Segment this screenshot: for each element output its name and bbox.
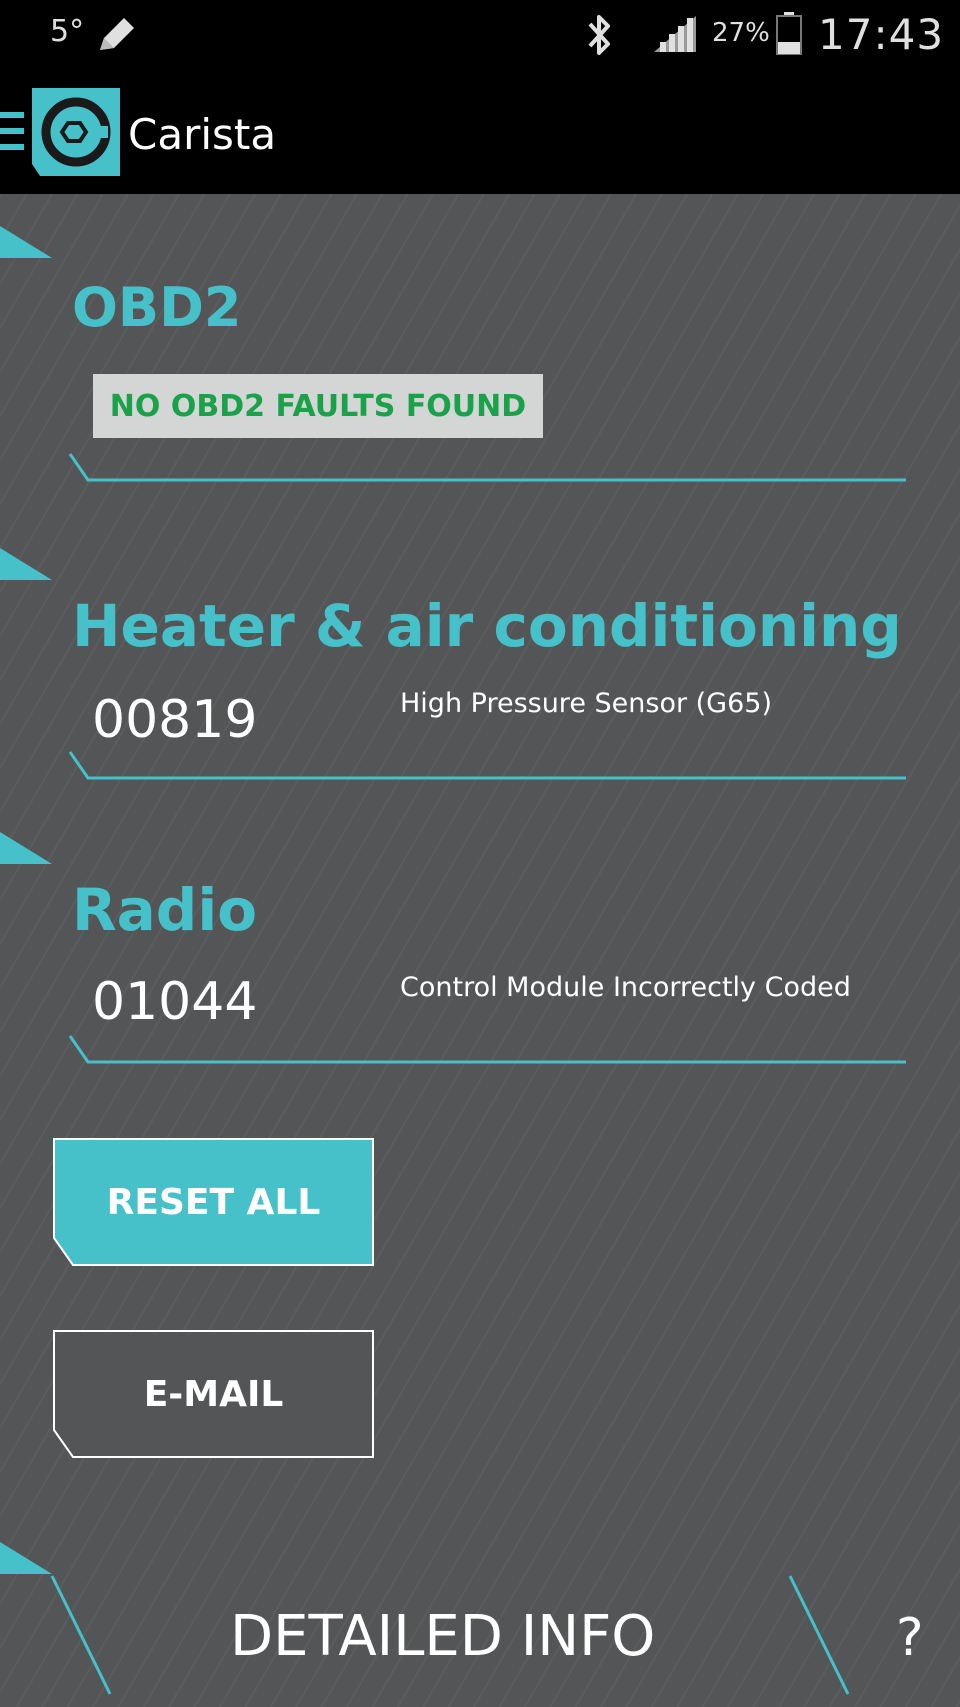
section-flag xyxy=(0,1542,52,1574)
section-flag xyxy=(0,548,52,580)
fault-description: High Pressure Sensor (G65) xyxy=(400,688,772,719)
detailed-info-button[interactable]: DETAILED INFO xyxy=(230,1604,655,1669)
help-icon[interactable]: ? xyxy=(896,1608,924,1668)
app-bar: Carista xyxy=(0,74,960,194)
signal-icon xyxy=(652,14,698,58)
pencil-icon xyxy=(94,14,138,58)
battery-percent: 27% xyxy=(712,18,770,48)
reset-all-label: RESET ALL xyxy=(106,1181,321,1223)
section-divider xyxy=(68,1035,906,1064)
email-label: E-MAIL xyxy=(143,1373,284,1415)
status-bar: 5° 27% 17:43 xyxy=(0,0,960,74)
section-divider xyxy=(68,751,906,780)
app-title: Carista xyxy=(128,110,277,159)
footer-slash xyxy=(788,1575,850,1695)
no-faults-badge: NO OBD2 FAULTS FOUND xyxy=(93,374,543,438)
fault-code: 00819 xyxy=(92,690,258,750)
reset-all-button[interactable]: RESET ALL xyxy=(53,1138,374,1266)
footer-slash xyxy=(50,1575,112,1695)
section-title-radio: Radio xyxy=(72,876,258,944)
fault-list: OBD2 NO OBD2 FAULTS FOUND Heater & air c… xyxy=(0,194,960,1707)
fault-description: Control Module Incorrectly Coded xyxy=(400,972,851,1003)
fault-code: 01044 xyxy=(92,972,258,1032)
clock: 17:43 xyxy=(818,10,945,59)
section-title-obd2: OBD2 xyxy=(72,276,242,339)
section-flag xyxy=(0,226,52,258)
carista-logo-icon[interactable] xyxy=(32,88,120,180)
bluetooth-icon xyxy=(582,12,618,62)
section-title-heater: Heater & air conditioning xyxy=(72,592,902,660)
temperature-readout: 5° xyxy=(50,14,85,49)
email-button[interactable]: E-MAIL xyxy=(53,1330,374,1458)
section-flag xyxy=(0,832,52,864)
battery-icon xyxy=(776,12,802,60)
menu-icon[interactable] xyxy=(0,110,24,158)
section-divider xyxy=(68,453,906,482)
